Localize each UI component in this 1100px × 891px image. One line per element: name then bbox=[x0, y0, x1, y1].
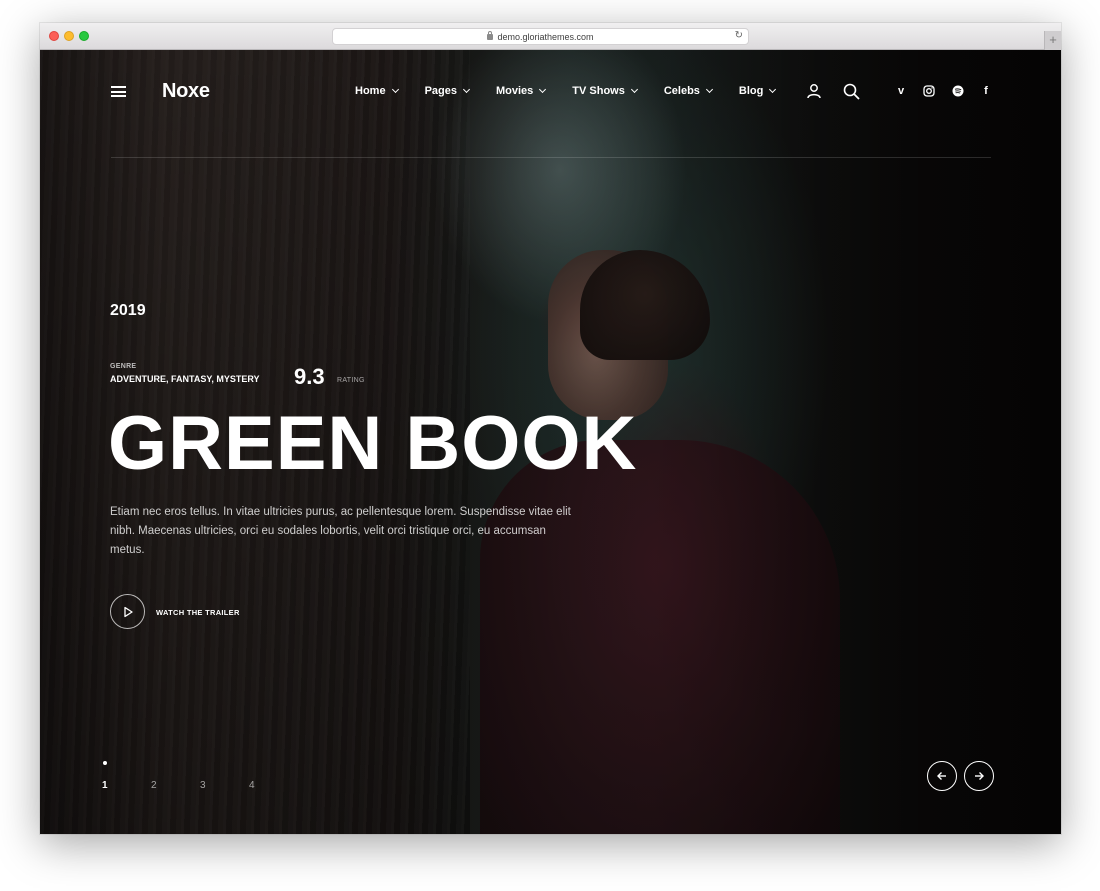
close-window-button[interactable] bbox=[49, 31, 59, 41]
chevron-down-icon bbox=[630, 85, 638, 94]
slide-pagination: 1 2 3 4 bbox=[102, 780, 298, 791]
search-icon[interactable] bbox=[843, 83, 860, 100]
movie-description: Etiam nec eros tellus. In vitae ultricie… bbox=[110, 506, 571, 556]
hamburger-icon[interactable] bbox=[111, 86, 126, 97]
url-text: demo.gloriathemes.com bbox=[497, 31, 594, 42]
spotify-icon[interactable] bbox=[952, 85, 964, 97]
nav-item-label: Pages bbox=[424, 85, 457, 97]
slide-page-3[interactable]: 3 bbox=[200, 780, 249, 791]
browser-titlebar: demo.gloriathemes.com ↻ + bbox=[40, 23, 1061, 50]
chevron-down-icon bbox=[769, 85, 777, 94]
user-icon[interactable] bbox=[806, 83, 822, 99]
arrow-left-icon bbox=[937, 772, 946, 780]
maximize-window-button[interactable] bbox=[79, 31, 89, 41]
play-icon bbox=[123, 606, 133, 617]
chevron-down-icon bbox=[539, 85, 547, 94]
movie-year: 2019 bbox=[110, 302, 146, 319]
vimeo-icon[interactable]: v bbox=[895, 85, 907, 97]
play-trailer-button[interactable] bbox=[110, 594, 145, 629]
nav-item-label: Home bbox=[355, 85, 386, 97]
site-logo[interactable]: Noxe bbox=[162, 80, 210, 103]
nav-item-celebs[interactable]: Celebs bbox=[663, 85, 713, 97]
nav-item-label: Blog bbox=[738, 85, 764, 97]
next-slide-button[interactable] bbox=[964, 761, 994, 791]
new-tab-button[interactable]: + bbox=[1044, 31, 1061, 50]
address-bar[interactable]: demo.gloriathemes.com ↻ bbox=[332, 28, 749, 45]
site-header: Noxe Home Pages Movies TV Shows Celebs B… bbox=[40, 50, 1061, 158]
rating-value: 9.3 bbox=[294, 364, 325, 389]
slide-page-2[interactable]: 2 bbox=[151, 780, 200, 791]
slide-page-4[interactable]: 4 bbox=[249, 780, 298, 791]
nav-item-home[interactable]: Home bbox=[355, 85, 399, 97]
header-divider bbox=[111, 157, 991, 158]
nav-item-label: Celebs bbox=[663, 85, 700, 97]
facebook-icon[interactable]: f bbox=[980, 85, 992, 97]
hero-section: Noxe Home Pages Movies TV Shows Celebs B… bbox=[40, 50, 1061, 834]
main-nav: Home Pages Movies TV Shows Celebs Blog bbox=[355, 85, 802, 97]
prev-slide-button[interactable] bbox=[927, 761, 957, 791]
nav-item-tv-shows[interactable]: TV Shows bbox=[572, 85, 638, 97]
chevron-down-icon bbox=[705, 85, 713, 94]
rating-label: RATING bbox=[337, 377, 365, 384]
reload-icon[interactable]: ↻ bbox=[735, 30, 743, 41]
instagram-icon[interactable] bbox=[923, 85, 935, 97]
nav-item-pages[interactable]: Pages bbox=[424, 85, 471, 97]
slide-page-1[interactable]: 1 bbox=[102, 780, 151, 791]
movie-title: GREEN BOOK bbox=[108, 401, 638, 486]
nav-item-blog[interactable]: Blog bbox=[738, 85, 777, 97]
lock-icon bbox=[487, 30, 494, 40]
chevron-down-icon bbox=[462, 85, 471, 94]
nav-item-label: TV Shows bbox=[572, 85, 625, 97]
chevron-down-icon bbox=[391, 85, 399, 94]
nav-item-label: Movies bbox=[495, 85, 534, 97]
watch-trailer-link[interactable]: WATCH THE TRAILER bbox=[156, 608, 240, 617]
browser-window: demo.gloriathemes.com ↻ + Noxe Home Page… bbox=[40, 23, 1061, 834]
arrow-right-icon bbox=[975, 772, 984, 780]
genre-value: ADVENTURE, FANTASY, MYSTERY bbox=[110, 374, 260, 384]
minimize-window-button[interactable] bbox=[64, 31, 74, 41]
nav-item-movies[interactable]: Movies bbox=[495, 85, 547, 97]
genre-label: GENRE bbox=[110, 363, 137, 370]
active-slide-indicator bbox=[103, 761, 107, 765]
